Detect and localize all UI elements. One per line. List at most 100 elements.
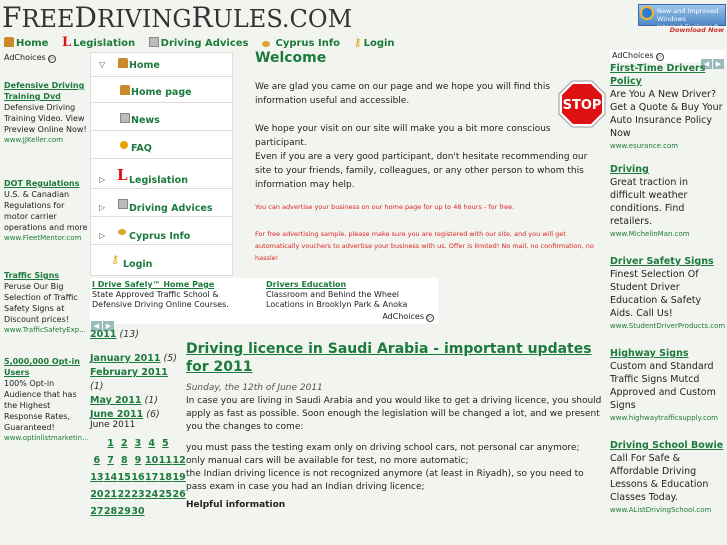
ad-title[interactable]: DOT Regulations (4, 178, 88, 189)
calendar-day[interactable]: 19 (172, 469, 186, 486)
ad-title[interactable]: Highway Signs (610, 347, 725, 360)
ie8-download-banner[interactable]: New and improved Windows Internet Explor… (638, 0, 726, 34)
sidemenu-item-home-page[interactable]: Home page (91, 79, 232, 103)
calendar-day-link[interactable]: 13 (90, 472, 103, 483)
topnav-cyprus-info[interactable]: Cyprus Info (262, 38, 340, 49)
calendar-day[interactable]: 11 (159, 452, 173, 469)
calendar-day[interactable]: 28 (104, 503, 118, 520)
right-ad-3[interactable]: Driver Safety Signs Finest Selection Of … (610, 255, 725, 333)
expand-arrow-icon[interactable]: ▷ (99, 231, 105, 240)
mid-ad-1[interactable]: I Drive Safely™ Home Page State Approved… (92, 280, 257, 310)
calendar-day[interactable]: 3 (131, 435, 145, 452)
calendar-day-link[interactable]: 22 (118, 489, 131, 500)
sidemenu-item-news[interactable]: News (91, 107, 232, 131)
sidemenu-item-login[interactable]: ⚷ Login (91, 249, 232, 273)
calendar-day-link[interactable]: 24 (145, 489, 158, 500)
calendar-day[interactable]: 9 (131, 452, 145, 469)
ad-url[interactable]: www.FleetMentor.com (4, 233, 88, 244)
ad-title[interactable]: Driver Safety Signs (610, 255, 725, 268)
archive-month[interactable]: February 2011 (1) (90, 366, 182, 394)
calendar-day-link[interactable]: 25 (159, 489, 172, 500)
calendar-day[interactable]: 6 (90, 452, 104, 469)
calendar-day-link[interactable]: 7 (107, 455, 114, 466)
calendar-day-link[interactable]: 18 (159, 472, 172, 483)
ad-title[interactable]: 5,000,000 Opt-in Users (4, 356, 88, 378)
left-adchoices[interactable]: AdChoices ▷ (4, 52, 88, 63)
right-adchoices[interactable]: AdChoices ▷ (612, 51, 664, 61)
calendar-day-link[interactable]: 20 (90, 489, 103, 500)
calendar-day-link[interactable]: 19 (172, 472, 185, 483)
sidemenu-item-legislation[interactable]: ▷ L Legislation (91, 165, 232, 189)
calendar-day-link[interactable]: 15 (118, 472, 131, 483)
mid-adchoices[interactable]: AdChoices ▷ (382, 312, 434, 322)
right-ad-5[interactable]: Driving School Bowie Call For Safe & Aff… (610, 439, 725, 517)
calendar-day[interactable]: 13 (90, 469, 104, 486)
calendar-day-link[interactable]: 29 (118, 506, 131, 517)
calendar-day-link[interactable]: 10 (145, 455, 158, 466)
ad-title[interactable]: Driving School Bowie (610, 439, 725, 452)
calendar-day[interactable]: 7 (104, 452, 118, 469)
calendar-day[interactable]: 26 (172, 486, 186, 503)
right-ad-1[interactable]: First-Time Drivers Policy Are You A New … (610, 62, 725, 153)
topnav-legislation[interactable]: L Legislation (62, 35, 135, 50)
calendar-day[interactable]: 18 (159, 469, 173, 486)
topnav-home[interactable]: Home (4, 37, 48, 49)
left-ad-4[interactable]: 5,000,000 Opt-in Users 100% Opt-in Audie… (4, 356, 89, 444)
calendar-day-link[interactable]: 3 (135, 438, 142, 449)
ad-url[interactable]: www.esurance.com (610, 140, 725, 153)
ad-title[interactable]: First-Time Drivers Policy (610, 62, 725, 88)
site-logo[interactable]: FREEDRIVINGRULES.COM (2, 1, 352, 34)
topnav-login[interactable]: ⚷ Login (354, 36, 395, 49)
ad-title[interactable]: Traffic Signs (4, 270, 88, 281)
calendar-day[interactable]: 4 (145, 435, 159, 452)
calendar-day-link[interactable]: 28 (104, 506, 117, 517)
calendar-day-link[interactable]: 2 (121, 438, 128, 449)
calendar-day-link[interactable]: 27 (90, 506, 103, 517)
calendar-day[interactable]: 22 (117, 486, 131, 503)
archive-month-link[interactable]: May 2011 (90, 395, 142, 406)
calendar-day-link[interactable]: 12 (172, 455, 185, 466)
archive-year[interactable]: 2011 (13) (90, 328, 182, 342)
calendar-day-link[interactable]: 14 (104, 472, 117, 483)
calendar-day[interactable]: 30 (131, 503, 145, 520)
sidemenu-item-home[interactable]: ▽ Home (91, 53, 232, 77)
archive-month[interactable]: May 2011 (1) (90, 394, 182, 408)
calendar-day[interactable]: 23 (131, 486, 145, 503)
ad-url[interactable]: www.highwaytrafficsupply.com (610, 412, 725, 425)
post-title-text[interactable]: Driving licence in Saudi Arabia - import… (186, 341, 592, 375)
archive-month[interactable]: January 2011 (5) (90, 352, 182, 366)
calendar-day[interactable]: 2 (117, 435, 131, 452)
calendar-day[interactable]: 14 (104, 469, 118, 486)
sidemenu-item-cyprus-info[interactable]: ▷ Cyprus Info (91, 221, 232, 245)
ad-url[interactable]: www.MichelinMan.com (610, 228, 725, 241)
archive-month-link[interactable]: February 2011 (90, 367, 168, 378)
calendar-day[interactable]: 25 (159, 486, 173, 503)
calendar-day-link[interactable]: 21 (104, 489, 117, 500)
post-title[interactable]: Driving licence in Saudi Arabia - import… (186, 340, 606, 376)
ad-url[interactable]: www.StudentDriverProducts.com (610, 320, 725, 333)
archive-month-link[interactable]: January 2011 (90, 353, 161, 364)
left-ad-2[interactable]: DOT Regulations U.S. & Canadian Regulati… (4, 178, 88, 244)
sidemenu-item-driving-advices[interactable]: ▷ Driving Advices (91, 193, 232, 217)
calendar-day-link[interactable]: 5 (162, 438, 169, 449)
ie8-download-link[interactable]: Download Now (670, 26, 724, 34)
calendar-day[interactable]: 27 (90, 503, 104, 520)
sidemenu-item-faq[interactable]: FAQ (91, 135, 232, 159)
right-ad-4[interactable]: Highway Signs Custom and Standard Traffi… (610, 347, 725, 425)
ad-title[interactable]: Drivers Education (266, 280, 436, 290)
ad-url[interactable]: www.JJKeller.com (4, 135, 88, 146)
archive-year-link[interactable]: 2011 (90, 329, 116, 340)
calendar-day-link[interactable]: 9 (135, 455, 142, 466)
ad-title[interactable]: Driving (610, 163, 725, 176)
left-ad-3[interactable]: Traffic Signs Peruse Our Big Selection o… (4, 270, 88, 336)
calendar-day[interactable]: 29 (117, 503, 131, 520)
calendar-day-link[interactable]: 30 (131, 506, 144, 517)
ad-url[interactable]: www.optinlistmarketin... (4, 433, 89, 444)
calendar-day[interactable]: 21 (104, 486, 118, 503)
right-ad-2[interactable]: Driving Great traction in difficult weat… (610, 163, 725, 241)
ad-title[interactable]: I Drive Safely™ Home Page (92, 280, 257, 290)
calendar-day[interactable]: 24 (145, 486, 159, 503)
calendar-day[interactable]: 12 (172, 452, 186, 469)
topnav-driving-advices[interactable]: Driving Advices (148, 37, 249, 49)
calendar-day-link[interactable]: 23 (131, 489, 144, 500)
